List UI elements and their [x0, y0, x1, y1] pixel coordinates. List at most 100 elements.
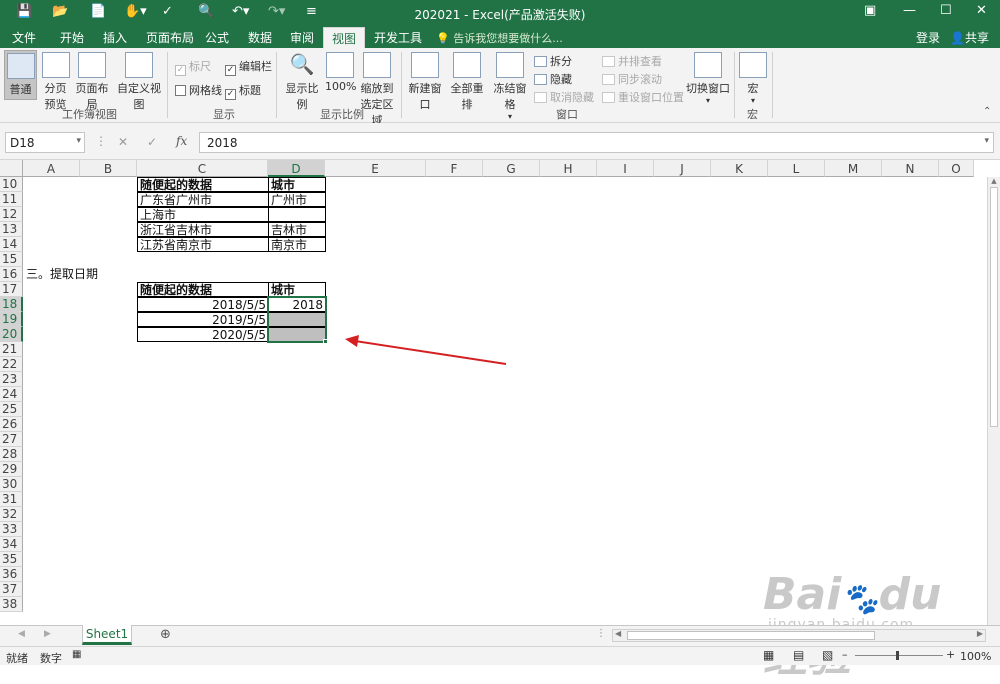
custom-view-button[interactable]: 自定义视图	[114, 52, 164, 112]
scroll-thumb[interactable]	[990, 187, 998, 427]
row-header-17[interactable]: 17	[0, 282, 23, 297]
minimize-icon[interactable]: —	[903, 3, 916, 18]
row-header-36[interactable]: 36	[0, 567, 23, 582]
vertical-scrollbar[interactable]: ▲	[987, 177, 1000, 625]
column-header-c[interactable]: C	[137, 160, 268, 177]
column-header-m[interactable]: M	[825, 160, 882, 177]
table-cell[interactable]: 2019/5/5	[137, 312, 269, 327]
macro-record-icon[interactable]: ▦	[72, 649, 81, 660]
column-header-b[interactable]: B	[80, 160, 137, 177]
row-header-24[interactable]: 24	[0, 387, 23, 402]
share-button[interactable]: 👤共享	[950, 29, 989, 46]
cell-grid[interactable]: 随便起的数据 城市 广东省广州市 广州市 上海市 浙江省吉林市 吉林市 江苏省南…	[23, 177, 991, 682]
section-title[interactable]: 三。提取日期	[23, 267, 173, 282]
row-header-34[interactable]: 34	[0, 537, 23, 552]
add-sheet-icon[interactable]: ⊕	[160, 627, 171, 642]
arrange-all-button[interactable]: 全部重排	[447, 52, 487, 112]
maximize-icon[interactable]: ☐	[940, 3, 952, 18]
reset-window-position-button[interactable]: 重设窗口位置	[602, 89, 684, 105]
table1-header-data[interactable]: 随便起的数据	[137, 177, 269, 192]
row-header-32[interactable]: 32	[0, 507, 23, 522]
table-cell[interactable]: 广州市	[268, 192, 326, 207]
column-header-l[interactable]: L	[768, 160, 825, 177]
row-header-38[interactable]: 38	[0, 597, 23, 612]
table2-header-city[interactable]: 城市	[268, 282, 326, 297]
tab-review[interactable]: 审阅	[290, 29, 314, 46]
row-header-21[interactable]: 21	[0, 342, 23, 357]
split-handle-icon[interactable]: ⋮	[596, 628, 606, 639]
row-header-12[interactable]: 12	[0, 207, 23, 222]
tab-home[interactable]: 开始	[60, 29, 84, 46]
tab-data[interactable]: 数据	[248, 29, 272, 46]
next-sheet-icon[interactable]: ▶	[44, 629, 51, 639]
normal-view-button[interactable]: 普通	[4, 50, 37, 100]
gridlines-checkbox[interactable]: 网格线	[175, 82, 222, 98]
prev-sheet-icon[interactable]: ◀	[18, 629, 25, 639]
formula-input[interactable]: 2018 ▾	[199, 132, 994, 153]
page-break-status-icon[interactable]: ▧	[822, 648, 833, 662]
table2-header-data[interactable]: 随便起的数据	[137, 282, 269, 297]
row-header-31[interactable]: 31	[0, 492, 23, 507]
row-header-26[interactable]: 26	[0, 417, 23, 432]
row-header-16[interactable]: 16	[0, 267, 23, 282]
page-break-preview-button[interactable]: 分页 预览	[39, 52, 72, 112]
row-header-28[interactable]: 28	[0, 447, 23, 462]
scroll-left-icon[interactable]: ◀	[615, 629, 621, 638]
tab-file[interactable]: 文件	[12, 29, 36, 46]
table1-header-city[interactable]: 城市	[268, 177, 326, 192]
horizontal-scrollbar[interactable]: ◀ ▶	[612, 629, 986, 642]
unhide-button[interactable]: 取消隐藏	[534, 89, 594, 105]
column-header-j[interactable]: J	[654, 160, 711, 177]
row-header-37[interactable]: 37	[0, 582, 23, 597]
column-header-k[interactable]: K	[711, 160, 768, 177]
page-layout-view-button[interactable]: 页面布局	[71, 52, 113, 112]
column-header-n[interactable]: N	[882, 160, 939, 177]
row-header-14[interactable]: 14	[0, 237, 23, 252]
row-header-10[interactable]: 10	[0, 177, 23, 192]
hscroll-thumb[interactable]	[627, 631, 875, 640]
tab-view[interactable]: 视图	[323, 27, 366, 48]
row-header-25[interactable]: 25	[0, 402, 23, 417]
table-cell[interactable]: 江苏省南京市	[137, 237, 269, 252]
table-cell[interactable]: 广东省广州市	[137, 192, 269, 207]
collapse-ribbon-icon[interactable]: ⌃	[983, 106, 991, 117]
table-cell[interactable]: 南京市	[268, 237, 326, 252]
row-header-27[interactable]: 27	[0, 432, 23, 447]
cancel-icon[interactable]: ✕	[118, 135, 128, 149]
enter-icon[interactable]: ✓	[147, 135, 157, 149]
row-header-18[interactable]: 18	[0, 297, 23, 312]
column-header-i[interactable]: I	[597, 160, 654, 177]
ruler-checkbox[interactable]: ✓ 标尺	[175, 58, 211, 76]
sync-scroll-button[interactable]: 同步滚动	[602, 71, 662, 87]
row-header-33[interactable]: 33	[0, 522, 23, 537]
table-cell[interactable]: 2018/5/5	[137, 297, 269, 312]
normal-view-status-icon[interactable]: ▦	[763, 648, 774, 662]
formula-bar-checkbox[interactable]: ✓ 编辑栏	[225, 58, 272, 76]
tab-page-layout[interactable]: 页面布局	[146, 29, 194, 46]
row-header-11[interactable]: 11	[0, 192, 23, 207]
zoom-slider-thumb[interactable]	[896, 651, 899, 660]
table-cell[interactable]: 上海市	[137, 207, 269, 222]
zoom-slider[interactable]	[855, 655, 943, 656]
freeze-panes-button[interactable]: 冻结窗格 ▾	[489, 52, 531, 121]
table-cell[interactable]	[268, 207, 326, 222]
page-layout-status-icon[interactable]: ▤	[793, 648, 804, 662]
column-header-h[interactable]: H	[540, 160, 597, 177]
table-cell[interactable]: 2020/5/5	[137, 327, 269, 342]
row-header-29[interactable]: 29	[0, 462, 23, 477]
table-cell[interactable]: 吉林市	[268, 222, 326, 237]
row-header-23[interactable]: 23	[0, 372, 23, 387]
headings-checkbox[interactable]: ✓ 标题	[225, 82, 261, 100]
zoom-in-icon[interactable]: +	[946, 648, 955, 661]
column-header-f[interactable]: F	[426, 160, 483, 177]
ribbon-display-icon[interactable]: ▣	[864, 3, 876, 18]
switch-windows-button[interactable]: 切换窗口 ▾	[686, 52, 730, 105]
side-by-side-button[interactable]: 并排查看	[602, 53, 662, 69]
column-header-e[interactable]: E	[325, 160, 426, 177]
zoom-button[interactable]: 🔍 显示比例	[281, 52, 323, 112]
zoom-level[interactable]: 100%	[960, 650, 991, 663]
column-header-d[interactable]: D	[268, 160, 325, 177]
zoom-out-icon[interactable]: –	[842, 648, 848, 661]
tell-me-search[interactable]: 💡 告诉我您想要做什么...	[436, 30, 563, 46]
name-box[interactable]: D18 ▾	[5, 132, 85, 153]
